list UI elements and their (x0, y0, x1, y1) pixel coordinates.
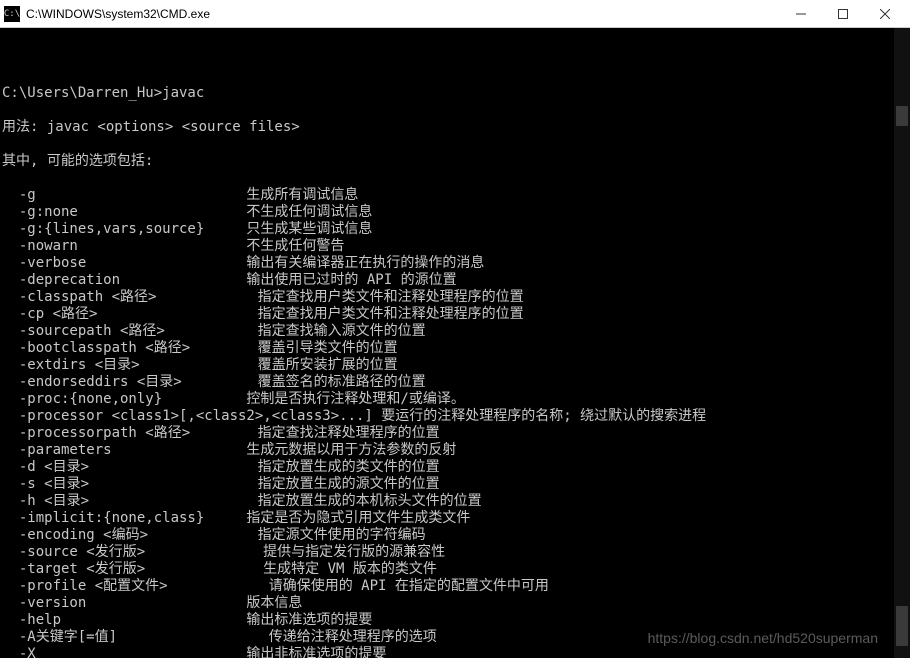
option-line: -profile <配置文件> 请确保使用的 API 在指定的配置文件中可用 (2, 578, 910, 595)
option-line: -help 输出标准选项的提要 (2, 612, 910, 629)
usage-line: 用法: javac <options> <source files> (2, 119, 910, 136)
option-line: -g 生成所有调试信息 (2, 187, 910, 204)
option-line: -extdirs <目录> 覆盖所安装扩展的位置 (2, 357, 910, 374)
scrollbar[interactable] (894, 28, 910, 658)
option-line: -nowarn 不生成任何警告 (2, 238, 910, 255)
option-line: -d <目录> 指定放置生成的类文件的位置 (2, 459, 910, 476)
header-line: 其中, 可能的选项包括: (2, 153, 910, 170)
option-line: -g:none 不生成任何调试信息 (2, 204, 910, 221)
option-line: -target <发行版> 生成特定 VM 版本的类文件 (2, 561, 910, 578)
option-line: -source <发行版> 提供与指定发行版的源兼容性 (2, 544, 910, 561)
title-bar: C:\ C:\WINDOWS\system32\CMD.exe (0, 0, 910, 28)
maximize-button[interactable] (822, 0, 864, 27)
option-line: -processor <class1>[,<class2>,<class3>..… (2, 408, 910, 425)
option-line: -bootclasspath <路径> 覆盖引导类文件的位置 (2, 340, 910, 357)
option-line: -proc:{none,only} 控制是否执行注释处理和/或编译。 (2, 391, 910, 408)
prompt-line: C:\Users\Darren_Hu>javac (2, 85, 910, 102)
option-line: -endorseddirs <目录> 覆盖签名的标准路径的位置 (2, 374, 910, 391)
scroll-thumb[interactable] (896, 106, 908, 126)
scroll-thumb[interactable] (896, 606, 908, 646)
option-line: -version 版本信息 (2, 595, 910, 612)
option-line: -g:{lines,vars,source} 只生成某些调试信息 (2, 221, 910, 238)
option-line: -parameters 生成元数据以用于方法参数的反射 (2, 442, 910, 459)
watermark: https://blog.csdn.net/hd520superman (648, 630, 878, 646)
option-line: -sourcepath <路径> 指定查找输入源文件的位置 (2, 323, 910, 340)
option-line: -classpath <路径> 指定查找用户类文件和注释处理程序的位置 (2, 289, 910, 306)
terminal-output[interactable]: C:\Users\Darren_Hu>javac 用法: javac <opti… (0, 28, 910, 658)
option-line: -encoding <编码> 指定源文件使用的字符编码 (2, 527, 910, 544)
option-line: -X 输出非标准选项的提要 (2, 646, 910, 658)
option-line: -processorpath <路径> 指定查找注释处理程序的位置 (2, 425, 910, 442)
cmd-icon: C:\ (4, 6, 20, 22)
blank-line (2, 51, 910, 68)
option-line: -implicit:{none,class} 指定是否为隐式引用文件生成类文件 (2, 510, 910, 527)
window-title: C:\WINDOWS\system32\CMD.exe (26, 7, 780, 21)
window-controls (780, 0, 906, 27)
option-line: -s <目录> 指定放置生成的源文件的位置 (2, 476, 910, 493)
option-line: -deprecation 输出使用已过时的 API 的源位置 (2, 272, 910, 289)
option-line: -h <目录> 指定放置生成的本机标头文件的位置 (2, 493, 910, 510)
option-line: -verbose 输出有关编译器正在执行的操作的消息 (2, 255, 910, 272)
minimize-button[interactable] (780, 0, 822, 27)
close-button[interactable] (864, 0, 906, 27)
option-line: -cp <路径> 指定查找用户类文件和注释处理程序的位置 (2, 306, 910, 323)
